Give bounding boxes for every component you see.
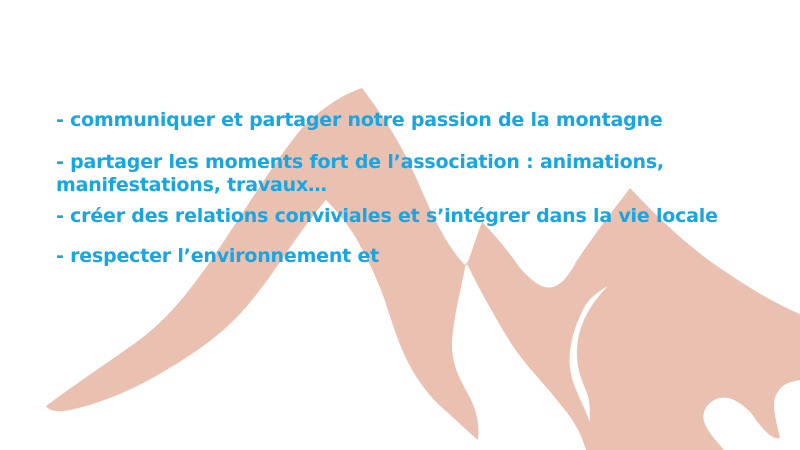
bullet-item: - créer des relations conviviales et s’i…	[56, 205, 718, 227]
bullet-item: - partager les moments fort de l’associa…	[56, 151, 664, 196]
bullet-item: - communiquer et partager notre passion …	[56, 109, 663, 131]
mountain-shape	[46, 88, 800, 450]
bullet-item: - respecter l’environnement et	[56, 245, 380, 267]
